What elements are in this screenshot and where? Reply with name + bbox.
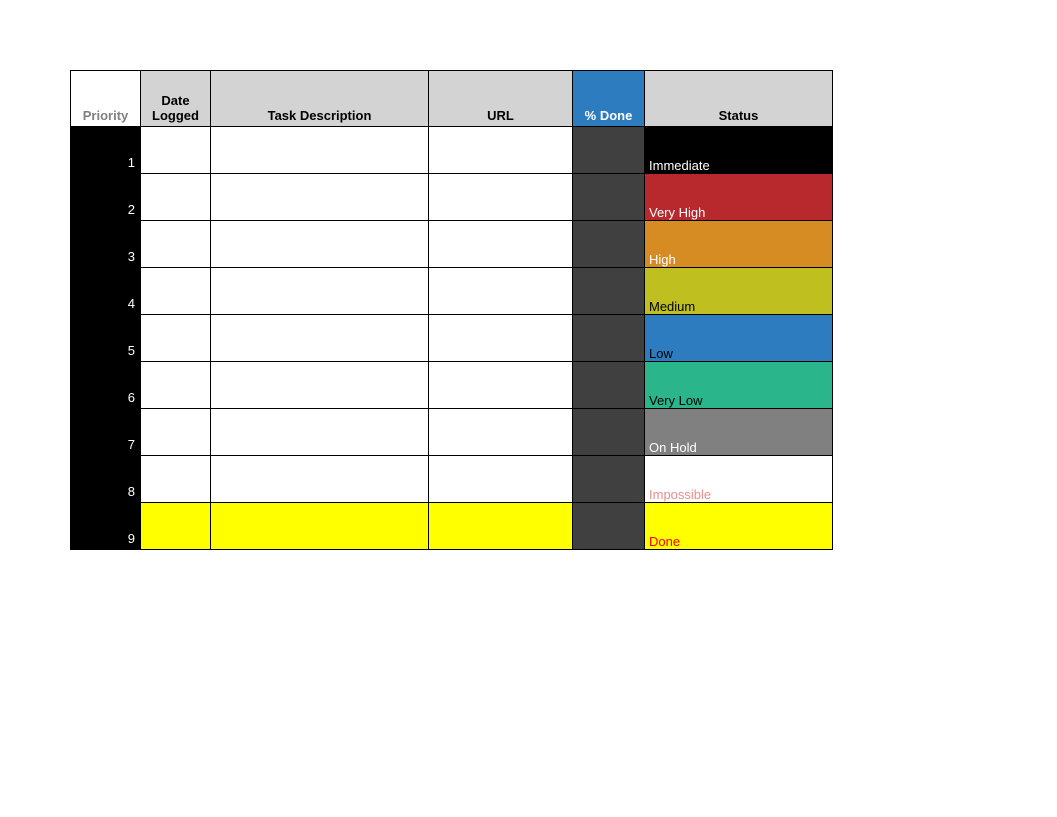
task-description-cell[interactable]: [211, 127, 429, 174]
table-row[interactable]: 4 Medium: [71, 268, 833, 315]
status-cell[interactable]: Very Low: [645, 362, 833, 409]
status-cell[interactable]: Done: [645, 503, 833, 550]
url-cell[interactable]: [429, 409, 573, 456]
pct-done-cell[interactable]: [573, 221, 645, 268]
table-body: 1 Immediate 2 Very High 3 High 4 Medium 5 Low 6 Ver…: [71, 127, 833, 550]
url-cell[interactable]: [429, 456, 573, 503]
date-logged-cell[interactable]: [141, 221, 211, 268]
task-description-cell[interactable]: [211, 174, 429, 221]
pct-done-cell[interactable]: [573, 456, 645, 503]
status-cell[interactable]: Impossible: [645, 456, 833, 503]
priority-cell[interactable]: 5: [71, 315, 141, 362]
table-row[interactable]: 1 Immediate: [71, 127, 833, 174]
pct-done-cell[interactable]: [573, 315, 645, 362]
pct-done-cell[interactable]: [573, 409, 645, 456]
url-cell[interactable]: [429, 362, 573, 409]
task-description-cell[interactable]: [211, 503, 429, 550]
pct-done-cell[interactable]: [573, 174, 645, 221]
date-logged-cell[interactable]: [141, 456, 211, 503]
date-logged-cell[interactable]: [141, 503, 211, 550]
task-description-cell[interactable]: [211, 268, 429, 315]
task-description-cell[interactable]: [211, 315, 429, 362]
url-cell[interactable]: [429, 221, 573, 268]
task-description-cell[interactable]: [211, 221, 429, 268]
header-url: URL: [429, 71, 573, 127]
date-logged-cell[interactable]: [141, 362, 211, 409]
priority-cell[interactable]: 6: [71, 362, 141, 409]
table-row[interactable]: 9 Done: [71, 503, 833, 550]
header-pct-done: % Done: [573, 71, 645, 127]
status-cell[interactable]: High: [645, 221, 833, 268]
date-logged-cell[interactable]: [141, 127, 211, 174]
priority-cell[interactable]: 7: [71, 409, 141, 456]
task-description-cell[interactable]: [211, 409, 429, 456]
priority-cell[interactable]: 3: [71, 221, 141, 268]
pct-done-cell[interactable]: [573, 362, 645, 409]
status-cell[interactable]: Low: [645, 315, 833, 362]
task-description-cell[interactable]: [211, 456, 429, 503]
url-cell[interactable]: [429, 174, 573, 221]
date-logged-cell[interactable]: [141, 268, 211, 315]
table-row[interactable]: 3 High: [71, 221, 833, 268]
table-row[interactable]: 8 Impossible: [71, 456, 833, 503]
header-task-description: Task Description: [211, 71, 429, 127]
date-logged-cell[interactable]: [141, 174, 211, 221]
priority-cell[interactable]: 8: [71, 456, 141, 503]
url-cell[interactable]: [429, 503, 573, 550]
pct-done-cell[interactable]: [573, 127, 645, 174]
status-cell[interactable]: Immediate: [645, 127, 833, 174]
priority-cell[interactable]: 9: [71, 503, 141, 550]
header-priority: Priority: [71, 71, 141, 127]
header-date-logged: Date Logged: [141, 71, 211, 127]
header-status: Status: [645, 71, 833, 127]
table-row[interactable]: 5 Low: [71, 315, 833, 362]
url-cell[interactable]: [429, 268, 573, 315]
status-cell[interactable]: On Hold: [645, 409, 833, 456]
table-row[interactable]: 2 Very High: [71, 174, 833, 221]
status-cell[interactable]: Medium: [645, 268, 833, 315]
pct-done-cell[interactable]: [573, 503, 645, 550]
url-cell[interactable]: [429, 127, 573, 174]
table-row[interactable]: 6 Very Low: [71, 362, 833, 409]
status-cell[interactable]: Very High: [645, 174, 833, 221]
priority-cell[interactable]: 1: [71, 127, 141, 174]
task-description-cell[interactable]: [211, 362, 429, 409]
date-logged-cell[interactable]: [141, 315, 211, 362]
url-cell[interactable]: [429, 315, 573, 362]
header-row: Priority Date Logged Task Description UR…: [71, 71, 833, 127]
table-row[interactable]: 7 On Hold: [71, 409, 833, 456]
pct-done-cell[interactable]: [573, 268, 645, 315]
task-table: Priority Date Logged Task Description UR…: [70, 70, 833, 550]
date-logged-cell[interactable]: [141, 409, 211, 456]
priority-cell[interactable]: 4: [71, 268, 141, 315]
priority-cell[interactable]: 2: [71, 174, 141, 221]
